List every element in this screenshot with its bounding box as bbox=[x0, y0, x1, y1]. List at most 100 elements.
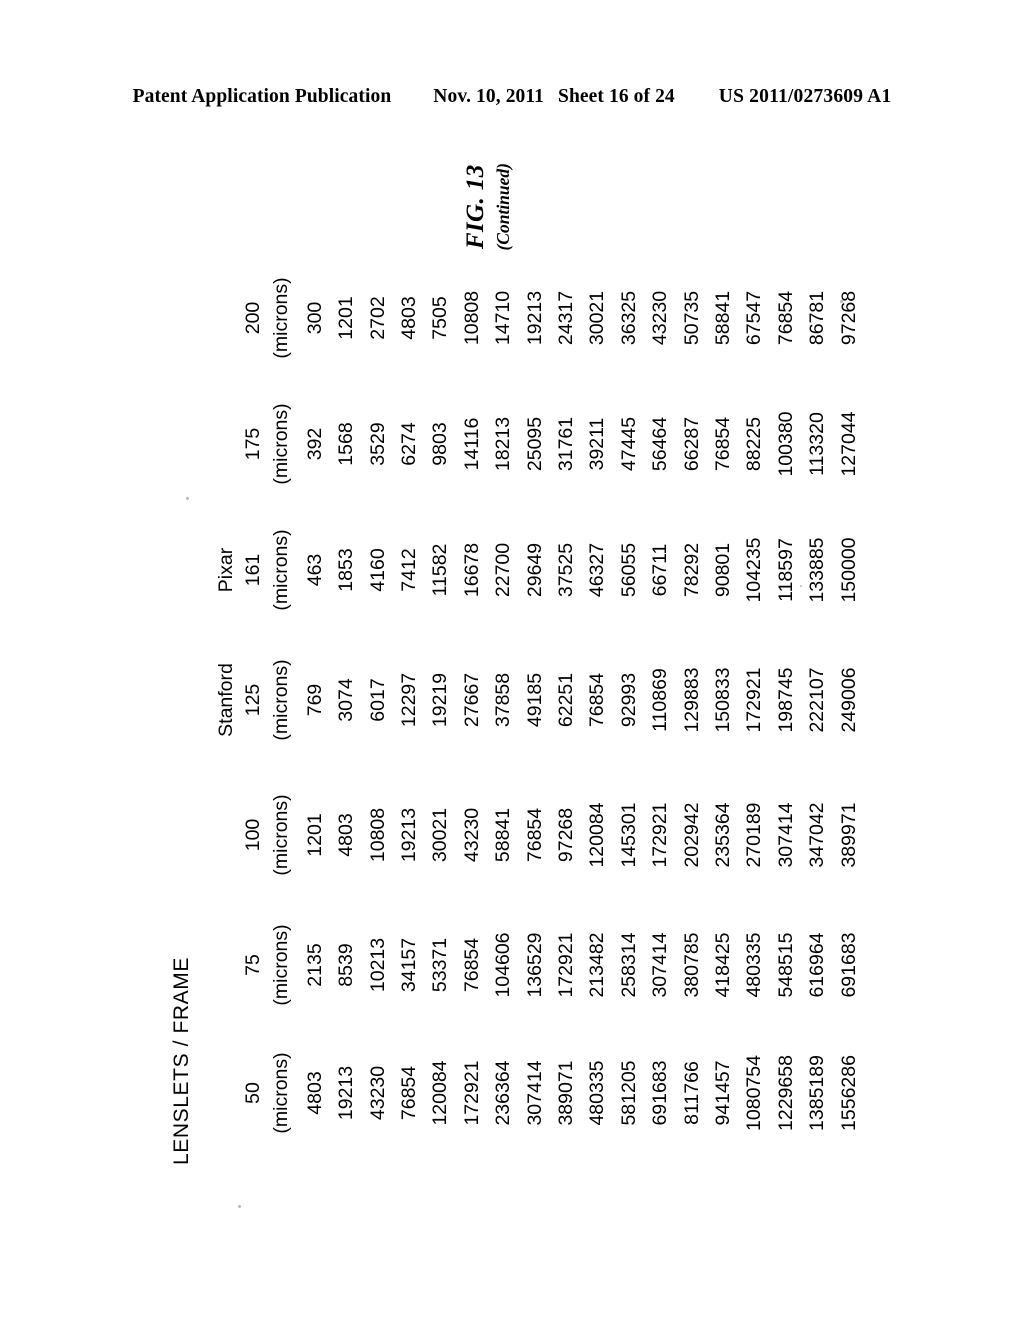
table-cell: 30021 bbox=[429, 807, 452, 863]
column-group-6 bbox=[210, 255, 237, 381]
table-cell: 97268 bbox=[837, 290, 860, 346]
table-cell: 347042 bbox=[806, 802, 829, 868]
table-cell: 88225 bbox=[743, 416, 766, 472]
table-row: 236364 104606 58841 37858 22700 18213 14710 bbox=[482, 255, 515, 1159]
table-cell: 4803 bbox=[398, 296, 421, 340]
table-cell: 11582 bbox=[429, 543, 452, 597]
table-cell: 129883 bbox=[680, 667, 703, 733]
table-cell: 6274 bbox=[398, 422, 421, 466]
table-cell: 67547 bbox=[743, 290, 766, 346]
table-cell: 2135 bbox=[303, 943, 326, 987]
table-row: 4803 2135 1201 769 463 392 300 bbox=[294, 255, 326, 1159]
table-cell: 90801 bbox=[711, 542, 734, 598]
table-cell: 4803 bbox=[335, 813, 358, 857]
table-cell: 136529 bbox=[523, 932, 546, 998]
table-cell: 19219 bbox=[429, 672, 452, 728]
table-row: 1556286 691683 389971 249006 150000 127044 972… bbox=[828, 255, 860, 1159]
table-cell: 2702 bbox=[366, 296, 389, 340]
table-cell: 1568 bbox=[335, 422, 358, 466]
figure-caption: FIG. 13 (Continued) bbox=[462, 163, 514, 251]
table-cell: 616964 bbox=[806, 932, 829, 998]
column-value-2: 100 bbox=[241, 818, 264, 852]
table-cell: 10213 bbox=[366, 937, 389, 993]
table-cell: 270189 bbox=[743, 802, 766, 868]
table-cell: 34157 bbox=[398, 937, 421, 993]
table-cell: 76854 bbox=[398, 1065, 421, 1121]
table-head: Stanford Pixar 50 75 100 125 161 175 200 bbox=[210, 255, 294, 1159]
table-row: 172921 76854 43230 27667 16678 14116 10808 bbox=[451, 255, 483, 1159]
table-body: 4803 2135 1201 769 463 392 300 19213 8539 4803 307… bbox=[294, 255, 860, 1159]
table-cell: 56055 bbox=[617, 542, 640, 598]
table-row: 581205 258314 145301 92993 56055 47445 36325 bbox=[608, 255, 640, 1159]
table-cell: 47445 bbox=[617, 416, 640, 472]
table-cell: 172921 bbox=[555, 932, 578, 998]
table-row: 811766 380785 202942 129883 78292 66287 50735 bbox=[671, 255, 703, 1159]
table-cell: 202942 bbox=[680, 802, 703, 868]
table-cell: 86781 bbox=[806, 290, 829, 346]
table-cell: 37858 bbox=[492, 672, 515, 728]
column-unit-5: (microns) bbox=[269, 403, 292, 485]
column-group-5 bbox=[210, 381, 237, 507]
table-cell: 118597 bbox=[774, 538, 797, 602]
table-cell: 236364 bbox=[492, 1060, 515, 1126]
table-row: 76854 34157 19213 12297 7412 6274 4803 bbox=[388, 255, 421, 1159]
table-cell: 1853 bbox=[335, 548, 358, 592]
table-cell: 76854 bbox=[523, 807, 546, 863]
table-cell: 43230 bbox=[366, 1065, 389, 1121]
table-row: 43230 10213 10808 6017 4160 3529 2702 bbox=[357, 255, 389, 1159]
column-value-6: 200 bbox=[241, 301, 264, 335]
column-value-4: 161 bbox=[241, 553, 264, 587]
column-unit-2: (microns) bbox=[269, 794, 292, 876]
table-cell: 463 bbox=[303, 553, 326, 587]
column-group-1 bbox=[210, 903, 237, 1027]
table-cell: 480335 bbox=[743, 932, 766, 998]
table-cell: 480335 bbox=[586, 1060, 609, 1126]
table-value-header-row: 50 75 100 125 161 175 200 bbox=[237, 255, 264, 1159]
column-unit-3: (microns) bbox=[269, 659, 292, 741]
column-group-stanford: Stanford bbox=[214, 663, 237, 737]
column-unit-6: (microns) bbox=[269, 277, 292, 359]
table-cell: 389971 bbox=[837, 802, 860, 868]
table-cell: 307414 bbox=[649, 932, 672, 998]
table-cell: 10808 bbox=[366, 807, 389, 863]
table-cell: 380785 bbox=[680, 932, 703, 998]
table-cell: 100380 bbox=[774, 411, 797, 477]
table-cell: 58841 bbox=[492, 807, 515, 863]
table-cell: 19213 bbox=[523, 290, 546, 346]
table-cell: 113320 bbox=[806, 412, 829, 476]
table-cell: 307414 bbox=[774, 802, 797, 868]
table-row: 307414 136529 76854 49185 29649 25095 19213 bbox=[514, 255, 546, 1159]
table-cell: 53371 bbox=[429, 937, 452, 993]
table-cell: 46327 bbox=[586, 542, 609, 598]
table-cell: 29649 bbox=[523, 542, 546, 598]
table-cell: 222107 bbox=[806, 667, 829, 733]
table-cell: 127044 bbox=[837, 411, 860, 477]
table-cell: 392 bbox=[303, 427, 326, 461]
table-cell: 811766 bbox=[680, 1061, 703, 1125]
table-cell: 24317 bbox=[555, 290, 578, 346]
table-cell: 14710 bbox=[492, 290, 515, 346]
table-cell: 58841 bbox=[711, 290, 734, 346]
table-cell: 769 bbox=[303, 683, 326, 717]
table-cell: 14116 bbox=[460, 417, 483, 471]
column-group-0 bbox=[210, 1027, 237, 1159]
lenslets-per-frame-table: Stanford Pixar 50 75 100 125 161 175 200 bbox=[210, 255, 860, 1159]
table-cell: 691683 bbox=[837, 932, 860, 998]
column-unit-1: (microns) bbox=[269, 924, 292, 1006]
table-cell: 1385189 bbox=[806, 1055, 829, 1131]
table-cell: 36325 bbox=[617, 290, 640, 346]
table-cell: 3074 bbox=[335, 678, 358, 722]
table-cell: 150000 bbox=[837, 537, 860, 603]
table-cell: 22700 bbox=[492, 542, 515, 598]
table-row: 1385189 616964 347042 222107 133885 113320 867… bbox=[796, 255, 829, 1159]
column-group-pixar: Pixar bbox=[214, 547, 237, 593]
table-cell: 120084 bbox=[429, 1060, 452, 1126]
table-row: 19213 8539 4803 3074 1853 1568 1201 bbox=[325, 255, 358, 1159]
table-cell: 1556286 bbox=[837, 1055, 860, 1131]
table-row: 1080754 480335 270189 172921 104235 88225 6754… bbox=[733, 255, 766, 1159]
column-value-1: 75 bbox=[241, 954, 264, 976]
table-cell: 1229658 bbox=[774, 1055, 797, 1131]
table-cell: 18213 bbox=[492, 416, 515, 472]
table-cell: 104235 bbox=[743, 537, 766, 603]
table-cell: 43230 bbox=[460, 807, 483, 863]
